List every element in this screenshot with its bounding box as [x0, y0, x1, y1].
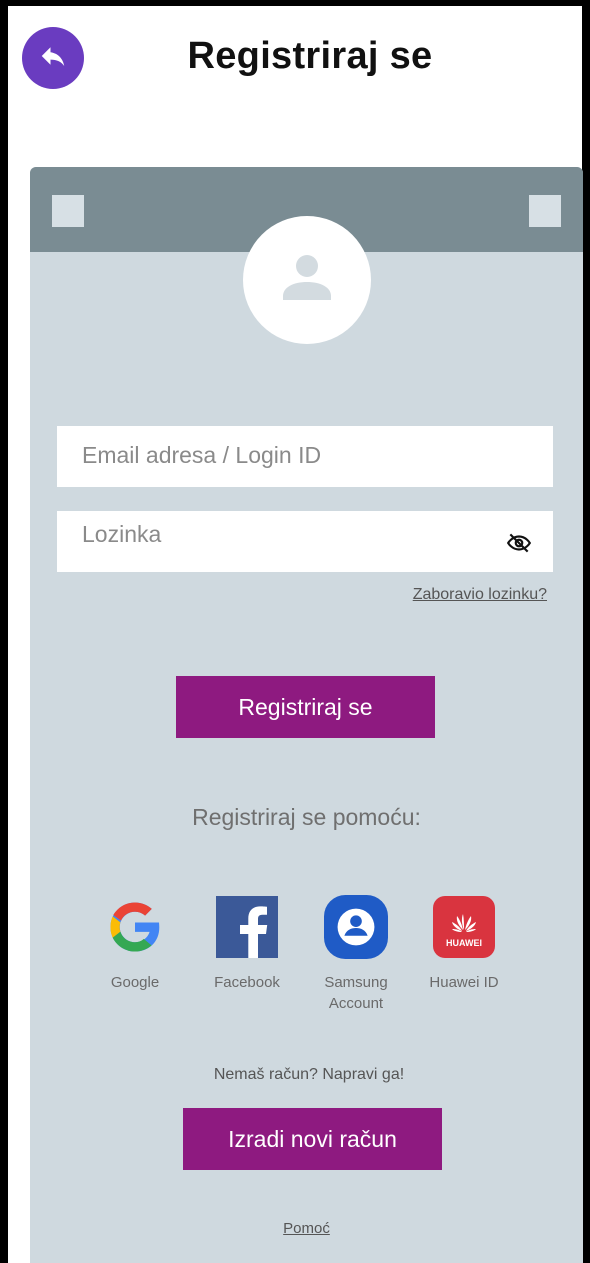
forgot-password-link[interactable]: Zaboravio lozinku?: [413, 586, 547, 604]
samsung-login-button[interactable]: Samsung Account: [311, 895, 401, 1014]
avatar: [243, 216, 371, 344]
huawei-icon: HUAWEI: [432, 895, 496, 959]
password-input[interactable]: [80, 520, 504, 549]
header-square-right: [529, 195, 561, 227]
help-link[interactable]: Pomoć: [30, 1220, 583, 1237]
facebook-icon: [215, 895, 279, 959]
page-title: Registriraj se: [187, 35, 433, 77]
social-title: Registriraj se pomoću:: [192, 804, 421, 830]
login-card: Zaboravio lozinku? Registriraj se Regist…: [30, 167, 583, 1263]
password-field[interactable]: [57, 511, 553, 572]
google-icon: [103, 895, 167, 959]
svg-text:HUAWEI: HUAWEI: [446, 938, 482, 948]
samsung-label: Samsung Account: [324, 974, 388, 1012]
register-button[interactable]: Registriraj se: [176, 676, 435, 738]
user-icon: [275, 246, 339, 315]
header-square-left: [52, 195, 84, 227]
eye-off-icon[interactable]: [505, 529, 533, 557]
samsung-account-icon: [324, 895, 388, 959]
facebook-login-button[interactable]: Facebook: [202, 895, 292, 993]
huawei-label: Huawei ID: [429, 974, 499, 991]
no-account-prompt: Nemaš račun? Napravi ga!: [213, 1066, 405, 1083]
create-account-button[interactable]: Izradi novi račun: [183, 1108, 442, 1170]
email-field[interactable]: [57, 426, 553, 487]
google-login-button[interactable]: Google: [90, 895, 180, 993]
huawei-login-button[interactable]: HUAWEI Huawei ID: [419, 895, 509, 993]
email-input[interactable]: [80, 441, 504, 470]
facebook-label: Facebook: [214, 974, 280, 991]
google-label: Google: [110, 974, 160, 991]
